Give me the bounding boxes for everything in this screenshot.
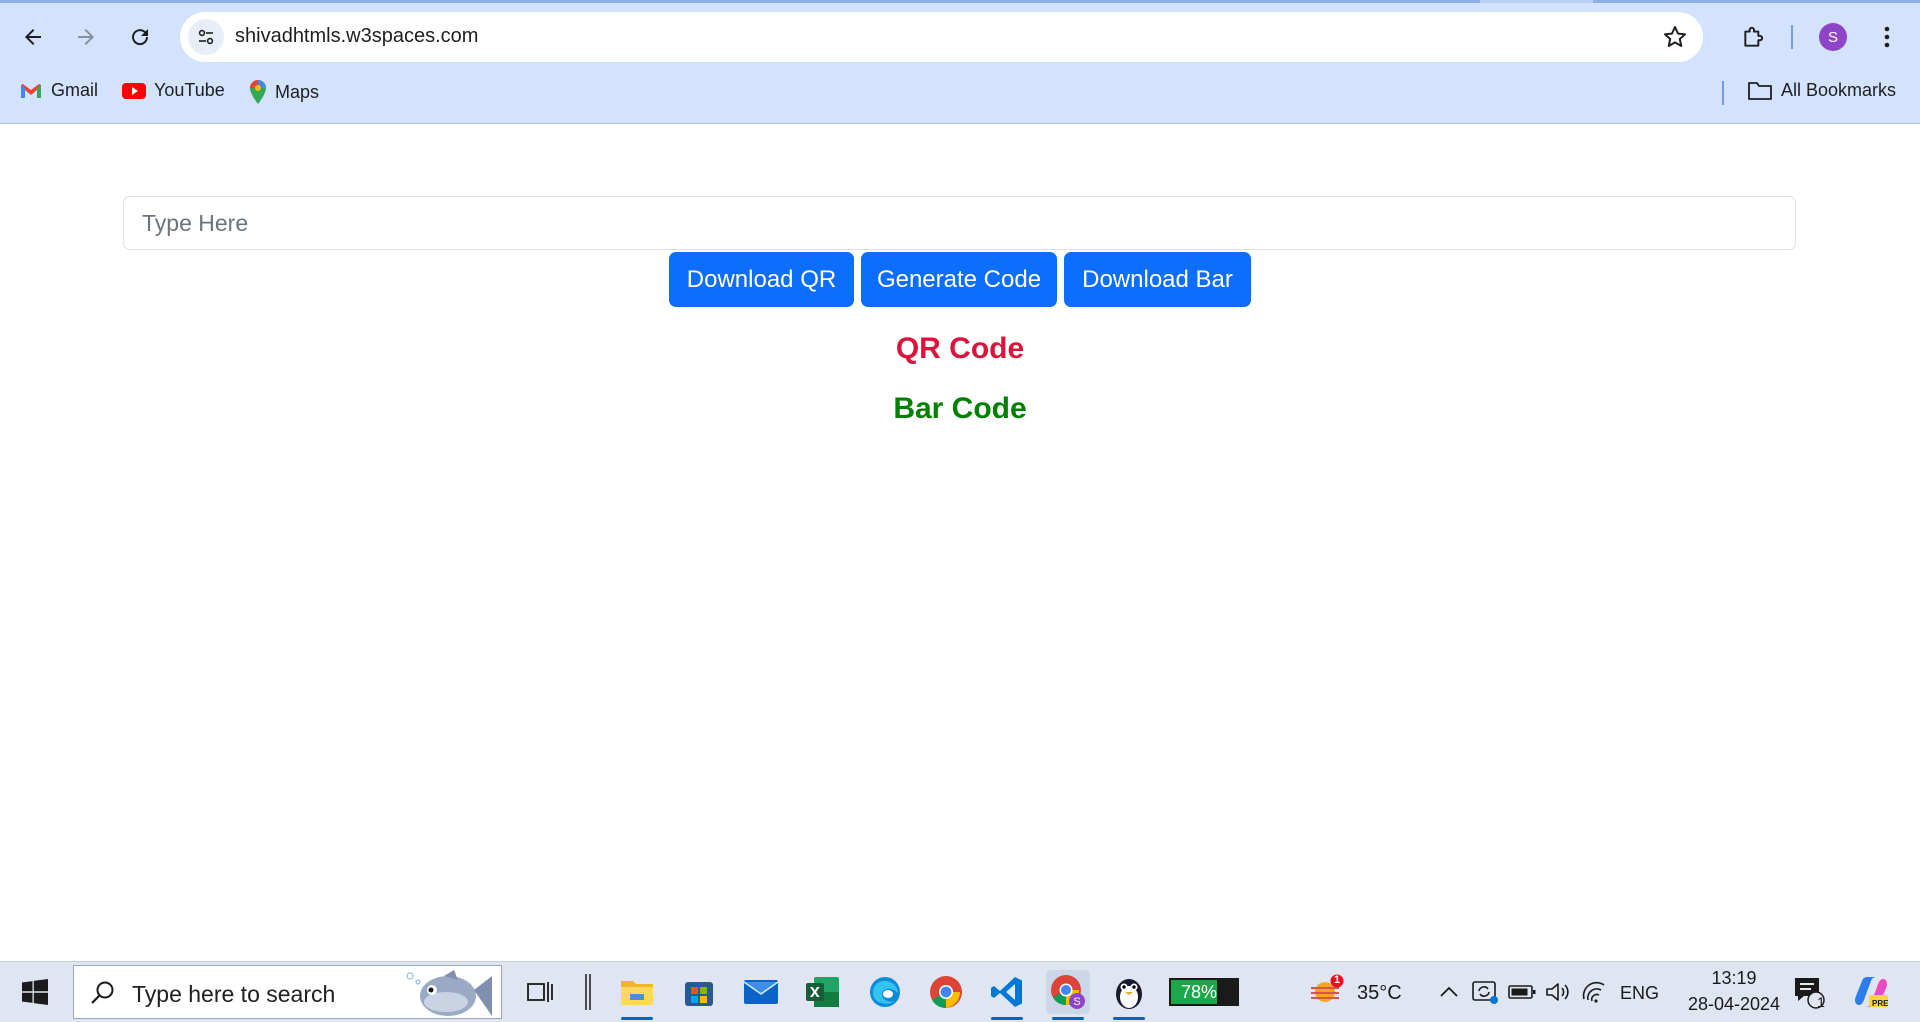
url-text[interactable]: shivadhtmls.w3spaces.com	[235, 25, 478, 48]
taskbar-excel[interactable]	[801, 970, 845, 1014]
notification-center-button[interactable]: 1	[1787, 970, 1831, 1014]
taskbar-chrome[interactable]	[924, 970, 968, 1014]
bar-code-heading: Bar Code	[893, 392, 1027, 425]
youtube-icon	[122, 82, 146, 99]
taskbar-search-box[interactable]: Type here to search	[73, 965, 502, 1019]
search-highlight-fish-icon	[406, 970, 492, 1016]
browser-menu-button[interactable]	[1872, 17, 1902, 57]
active-indicator	[621, 1017, 653, 1020]
taskbar-microsoft-store[interactable]	[677, 970, 721, 1014]
wifi-icon	[1582, 981, 1605, 1003]
edge-icon	[870, 977, 900, 1007]
browser-chrome: shivadhtmls.w3spaces.com S Gmail YouTube…	[0, 0, 1920, 124]
battery-widget[interactable]: 78%	[1168, 970, 1240, 1014]
copilot-preview-badge: PRE	[1872, 999, 1889, 1008]
address-bar[interactable]: shivadhtmls.w3spaces.com	[180, 12, 1703, 62]
maps-icon	[250, 80, 266, 104]
taskbar-penguin-app[interactable]	[1107, 970, 1151, 1020]
chrome-profile-icon: S	[1051, 975, 1085, 1009]
taskbar-search-placeholder: Type here to search	[132, 981, 336, 1007]
copilot-button[interactable]: PRE	[1849, 970, 1893, 1014]
download-qr-button[interactable]: Download QR	[669, 252, 854, 307]
volume-icon	[1546, 983, 1569, 1001]
forward-arrow-icon	[78, 29, 94, 45]
profile-avatar[interactable]: S	[1819, 23, 1847, 51]
bookmark-maps[interactable]: Maps	[249, 80, 319, 104]
task-view-icon	[527, 982, 553, 1002]
taskbar-chrome-profile[interactable]: S	[1046, 970, 1090, 1020]
windows-logo-icon	[22, 979, 48, 1005]
tray-volume-button[interactable]	[1538, 970, 1578, 1014]
active-indicator	[1052, 1017, 1084, 1020]
text-input[interactable]	[123, 196, 1796, 250]
excel-icon	[806, 977, 839, 1007]
taskbar-file-explorer[interactable]	[615, 970, 659, 1020]
reload-button[interactable]	[120, 17, 160, 57]
weather-widget[interactable]: 1	[1305, 970, 1349, 1014]
puzzle-icon	[1744, 26, 1764, 47]
task-view-button[interactable]	[518, 970, 562, 1014]
windows-taskbar: Type here to search S 78% 1 35°C ENG 13:…	[0, 961, 1920, 1022]
folder-icon	[1748, 81, 1772, 100]
back-arrow-icon	[25, 29, 41, 45]
all-bookmarks-label: All Bookmarks	[1781, 80, 1897, 100]
qr-code-heading: QR Code	[895, 332, 1025, 365]
bookmark-label: Gmail	[51, 80, 99, 100]
active-indicator	[1113, 1017, 1145, 1020]
vscode-icon	[991, 977, 1022, 1007]
sync-icon	[1472, 981, 1498, 1004]
reload-icon	[132, 29, 149, 46]
bookmark-gmail[interactable]: Gmail	[19, 80, 98, 101]
language-indicator[interactable]: ENG	[1620, 983, 1659, 1004]
tray-sync-button[interactable]	[1465, 970, 1505, 1014]
start-button[interactable]	[13, 970, 57, 1014]
generate-code-button[interactable]: Generate Code	[861, 252, 1057, 307]
widgets-divider-button[interactable]	[566, 970, 610, 1014]
search-icon	[91, 981, 114, 1004]
chevron-up-icon	[1440, 986, 1458, 997]
taskbar-vscode[interactable]	[985, 970, 1029, 1020]
penguin-icon	[1116, 979, 1142, 1009]
gmail-icon	[21, 83, 41, 98]
tray-battery-button[interactable]	[1502, 970, 1542, 1014]
notification-count-badge: 1	[1817, 994, 1825, 1010]
bookmark-label: YouTube	[154, 80, 225, 100]
battery-widget-frame: 78%	[1169, 978, 1239, 1006]
tab-indicator	[0, 0, 1480, 3]
chrome-icon	[930, 976, 962, 1009]
mail-icon	[743, 980, 779, 1004]
toolbar-divider	[1791, 25, 1793, 49]
extensions-button[interactable]	[1734, 17, 1774, 57]
tray-wifi-button[interactable]	[1574, 970, 1614, 1014]
back-button[interactable]	[13, 17, 53, 57]
taskbar-mail[interactable]	[739, 970, 783, 1014]
battery-widget-label: 78%	[1180, 982, 1218, 1002]
bookmark-star-icon[interactable]	[1661, 23, 1689, 56]
store-icon	[685, 982, 713, 1006]
battery-icon	[1508, 985, 1536, 999]
all-bookmarks-button[interactable]: All Bookmarks	[1747, 80, 1896, 101]
forward-button[interactable]	[66, 17, 106, 57]
tab-indicator-2	[1593, 0, 1920, 3]
download-bar-button[interactable]: Download Bar	[1064, 252, 1251, 307]
site-info-icon[interactable]	[188, 19, 224, 55]
divider-icon	[585, 974, 591, 1010]
active-indicator	[991, 1017, 1023, 1020]
kebab-menu-icon	[1884, 26, 1890, 48]
bookmarks-bar: Gmail YouTube Maps All Bookmarks	[0, 74, 1920, 108]
bookmarks-divider	[1722, 81, 1724, 105]
file-explorer-icon	[621, 981, 653, 1005]
weather-alert-badge: 1	[1333, 974, 1341, 986]
taskbar-edge[interactable]	[863, 970, 907, 1014]
svg-text:S: S	[1073, 996, 1080, 1008]
weather-temperature[interactable]: 35°C	[1357, 982, 1402, 1005]
bookmark-youtube[interactable]: YouTube	[122, 80, 225, 101]
tab-strip	[0, 0, 1920, 3]
taskbar-clock-time[interactable]: 13:19	[1700, 968, 1768, 989]
bookmark-label: Maps	[275, 81, 320, 102]
taskbar-clock-date[interactable]: 28-04-2024	[1672, 994, 1796, 1015]
